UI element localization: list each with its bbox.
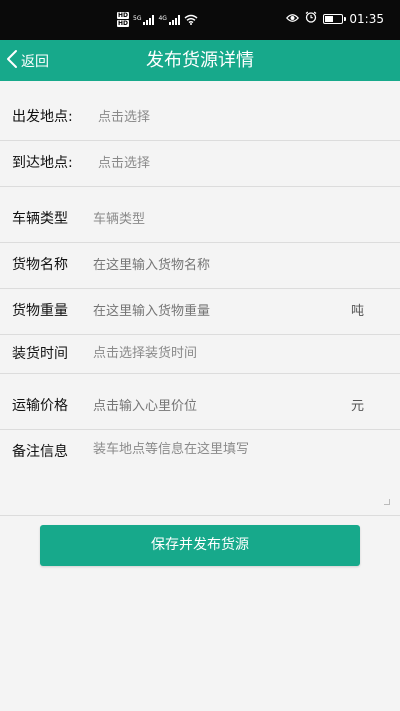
price-label: 运输价格 <box>12 398 68 414</box>
signal-bars-icon <box>168 14 180 25</box>
status-right: 01:35 <box>286 11 384 26</box>
cargo-weight-label: 货物重量 <box>12 303 68 319</box>
destination-row[interactable]: 到达地点: 点击选择 <box>0 141 400 186</box>
vehicle-type-row[interactable]: 车辆类型 车辆类型 <box>0 197 400 242</box>
back-label: 返回 <box>21 53 49 70</box>
app-header: 返回 发布货源详情 <box>0 40 400 81</box>
network-label-1: 5G <box>133 14 142 22</box>
destination-picker[interactable]: 点击选择 <box>98 141 150 186</box>
weight-unit: 吨 <box>350 304 364 319</box>
cargo-name-input[interactable] <box>93 243 333 288</box>
network-label-2: 4G <box>158 14 167 22</box>
vehicle-type-label: 车辆类型 <box>12 211 68 227</box>
cargo-name-label: 货物名称 <box>12 257 68 273</box>
remarks-textarea[interactable]: 装车地点等信息在这里填写 <box>93 440 249 460</box>
back-button[interactable]: 返回 <box>6 40 49 81</box>
cargo-weight-row: 货物重量 吨 <box>0 289 400 334</box>
wifi-icon <box>184 14 198 25</box>
cargo-name-row: 货物名称 <box>0 243 400 288</box>
price-unit: 元 <box>350 399 364 414</box>
cargo-form: 出发地点: 点击选择 到达地点: 点击选择 车辆类型 车辆类型 货物名称 货物重… <box>0 95 400 516</box>
save-and-publish-button[interactable]: 保存并发布货源 <box>40 525 360 566</box>
status-left: HD HD 5G 4G <box>117 12 198 27</box>
origin-row[interactable]: 出发地点: 点击选择 <box>0 95 400 140</box>
battery-icon <box>323 13 347 24</box>
alarm-icon <box>305 11 317 26</box>
signal-bars-icon <box>143 14 155 25</box>
origin-label: 出发地点: <box>12 109 73 125</box>
signal-5g: 5G <box>133 14 155 25</box>
hd-badges: HD HD <box>117 12 130 27</box>
status-bar: HD HD 5G 4G 01:35 <box>0 0 400 40</box>
remarks-row: 备注信息 装车地点等信息在这里填写 <box>0 430 400 515</box>
battery-fill <box>325 15 334 22</box>
signal-4g: 4G <box>158 14 180 25</box>
remarks-label: 备注信息 <box>12 444 68 460</box>
price-row: 运输价格 元 <box>0 384 400 429</box>
loading-time-picker[interactable]: 点击选择装货时间 <box>93 335 197 373</box>
status-time: 01:35 <box>349 11 384 26</box>
loading-time-row[interactable]: 装货时间 点击选择装货时间 <box>0 335 400 373</box>
hd-badge-1: HD <box>117 12 130 19</box>
divider <box>0 515 400 516</box>
destination-label: 到达地点: <box>12 155 73 171</box>
resize-handle[interactable] <box>384 499 390 505</box>
page-title: 发布货源详情 <box>146 50 254 71</box>
eye-icon <box>286 12 300 26</box>
loading-time-label: 装货时间 <box>12 346 68 362</box>
vehicle-type-picker[interactable]: 车辆类型 <box>93 197 145 242</box>
chevron-left-icon <box>6 49 18 73</box>
origin-picker[interactable]: 点击选择 <box>98 95 150 140</box>
hd-badge-2: HD <box>117 20 130 27</box>
price-input[interactable] <box>93 384 333 429</box>
cargo-weight-input[interactable] <box>93 289 333 334</box>
